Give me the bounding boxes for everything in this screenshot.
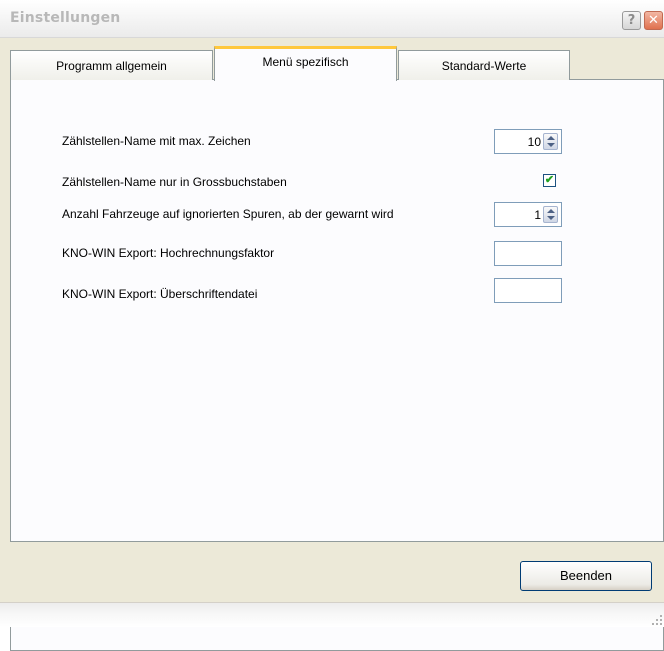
- arrow-down-icon[interactable]: [547, 143, 555, 147]
- label-max-chars: Zählstellen-Name mit max. Zeichen: [62, 134, 251, 148]
- label-heading-file: KNO-WIN Export: Überschriftendatei: [62, 287, 258, 301]
- max-chars-value: 10: [527, 135, 541, 149]
- title-bar[interactable]: Einstellungen ? ✕: [0, 0, 664, 38]
- label-ignored-lanes: Anzahl Fahrzeuge auf ignorierten Spuren,…: [62, 207, 394, 221]
- help-icon[interactable]: ?: [622, 11, 641, 30]
- extrapolation-factor-field[interactable]: [494, 241, 562, 266]
- arrow-up-icon[interactable]: [547, 209, 555, 213]
- ignored-lanes-spin-buttons[interactable]: [543, 206, 558, 223]
- status-bar: [0, 602, 664, 627]
- heading-file-field[interactable]: [494, 278, 562, 303]
- tab-program-general[interactable]: Programm allgemein: [10, 50, 213, 80]
- settings-window: Einstellungen ? ✕ Programm allgemein Men…: [0, 0, 664, 651]
- tab-default-values[interactable]: Standard-Werte: [398, 50, 570, 80]
- label-uppercase: Zählstellen-Name nur in Grossbuchstaben: [62, 175, 287, 189]
- resize-grip-icon[interactable]: [650, 613, 662, 625]
- label-extrapolation-factor: KNO-WIN Export: Hochrechnungsfaktor: [62, 246, 275, 260]
- max-chars-spin-buttons[interactable]: [543, 133, 558, 150]
- arrow-down-icon[interactable]: [547, 216, 555, 220]
- arrow-up-icon[interactable]: [547, 136, 555, 140]
- ignored-lanes-value: 1: [534, 208, 541, 222]
- uppercase-checkbox[interactable]: ✔: [543, 174, 556, 187]
- close-dialog-button[interactable]: Beenden: [520, 561, 652, 591]
- window-title: Einstellungen: [10, 10, 121, 26]
- tab-strip: Programm allgemein Menü spezifisch Stand…: [10, 46, 664, 81]
- close-icon[interactable]: ✕: [644, 11, 663, 30]
- ignored-lanes-spinner[interactable]: 1: [494, 202, 562, 227]
- check-icon: ✔: [544, 174, 555, 186]
- max-chars-spinner[interactable]: 10: [494, 129, 562, 154]
- tab-menu-specific[interactable]: Menü spezifisch: [214, 46, 397, 81]
